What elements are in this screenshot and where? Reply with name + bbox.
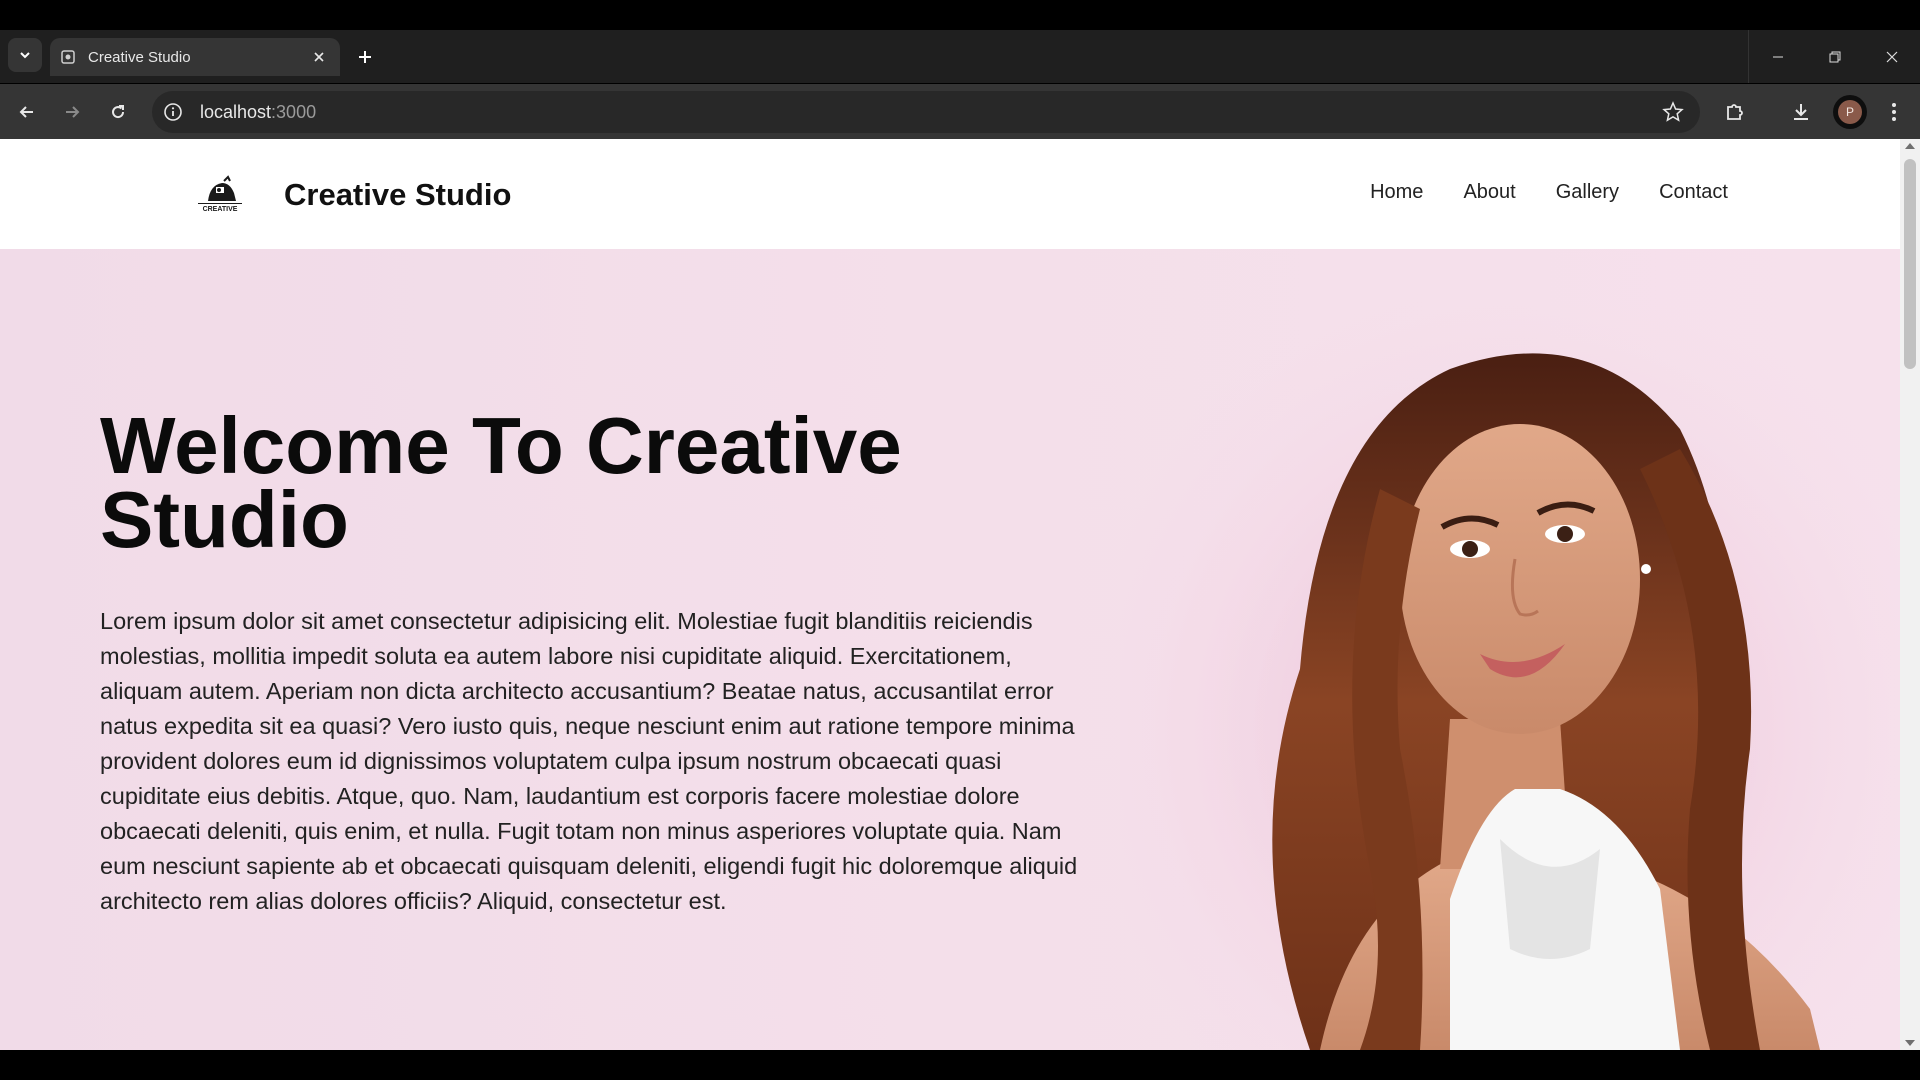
extensions-button[interactable]	[1717, 94, 1753, 130]
restore-button[interactable]	[1806, 30, 1863, 83]
nav-link-home[interactable]: Home	[1370, 181, 1423, 204]
tab-strip: Creative Studio	[0, 30, 1920, 83]
close-icon	[1886, 51, 1897, 62]
arrow-right-icon	[66, 106, 80, 118]
bookmark-star-button[interactable]	[1662, 101, 1684, 128]
restore-icon	[1829, 51, 1840, 62]
tab-search-button[interactable]	[8, 38, 42, 72]
scroll-thumb[interactable]	[1904, 159, 1916, 369]
browser-toolbar: localhost:3000 P	[0, 83, 1920, 139]
window-controls	[1748, 30, 1920, 83]
back-button[interactable]	[9, 94, 45, 130]
profile-initial: P	[1838, 100, 1862, 124]
scroll-up-arrow-icon[interactable]	[1905, 143, 1915, 149]
new-tab-button[interactable]	[350, 42, 380, 72]
reload-icon	[112, 105, 125, 119]
site-brand-name[interactable]: Creative Studio	[284, 177, 511, 213]
nav-link-contact[interactable]: Contact	[1659, 181, 1728, 204]
download-icon	[1794, 104, 1808, 120]
close-window-button[interactable]	[1863, 30, 1920, 83]
close-tab-icon[interactable]	[308, 46, 330, 68]
browser-menu-button[interactable]	[1876, 94, 1912, 130]
profile-avatar[interactable]: P	[1833, 95, 1867, 129]
nav-link-gallery[interactable]: Gallery	[1556, 181, 1619, 204]
minimize-icon	[1772, 56, 1783, 57]
more-vertical-icon	[1892, 103, 1896, 121]
nav-link-about[interactable]: About	[1463, 181, 1515, 204]
site-header: CREATIVE Creative Studio Home About Gall…	[0, 139, 1900, 249]
browser-tab[interactable]: Creative Studio	[50, 38, 340, 76]
plus-icon	[359, 51, 371, 63]
favicon-icon	[60, 49, 76, 65]
site-info-button[interactable]	[158, 97, 188, 127]
reload-button[interactable]	[100, 94, 136, 130]
address-bar[interactable]: localhost:3000	[152, 91, 1700, 133]
url-port: :3000	[271, 101, 317, 122]
hero-title: Welcome To Creative Studio	[100, 401, 902, 564]
page-viewport: CREATIVE Creative Studio Home About Gall…	[0, 139, 1900, 1050]
downloads-button[interactable]	[1783, 94, 1819, 130]
camera-logo-icon: CREATIVE	[198, 175, 242, 213]
hero-section: Welcome To Creative Studio Lorem ipsum d…	[0, 249, 1900, 1050]
tab-title: Creative Studio	[88, 48, 191, 66]
svg-text:CREATIVE: CREATIVE	[203, 206, 238, 213]
url-host: localhost	[200, 101, 272, 122]
forward-button[interactable]	[54, 94, 90, 130]
scroll-down-arrow-icon[interactable]	[1905, 1040, 1915, 1046]
star-icon	[1662, 101, 1684, 122]
hero-paragraph: Lorem ipsum dolor sit amet consectetur a…	[100, 608, 1078, 914]
os-bottom-bar	[0, 1050, 1920, 1080]
puzzle-icon	[1727, 104, 1743, 120]
hero-portrait-image	[1120, 249, 1900, 1050]
info-icon	[164, 103, 182, 121]
arrow-left-icon	[19, 106, 33, 118]
site-nav: Home About Gallery Contact	[1370, 181, 1728, 204]
page-scrollbar[interactable]	[1900, 139, 1920, 1050]
minimize-button[interactable]	[1749, 30, 1806, 83]
os-top-bar	[0, 0, 1920, 30]
url-text: localhost:3000	[200, 102, 316, 123]
site-logo[interactable]: CREATIVE	[194, 175, 246, 215]
chevron-down-icon	[20, 52, 30, 59]
